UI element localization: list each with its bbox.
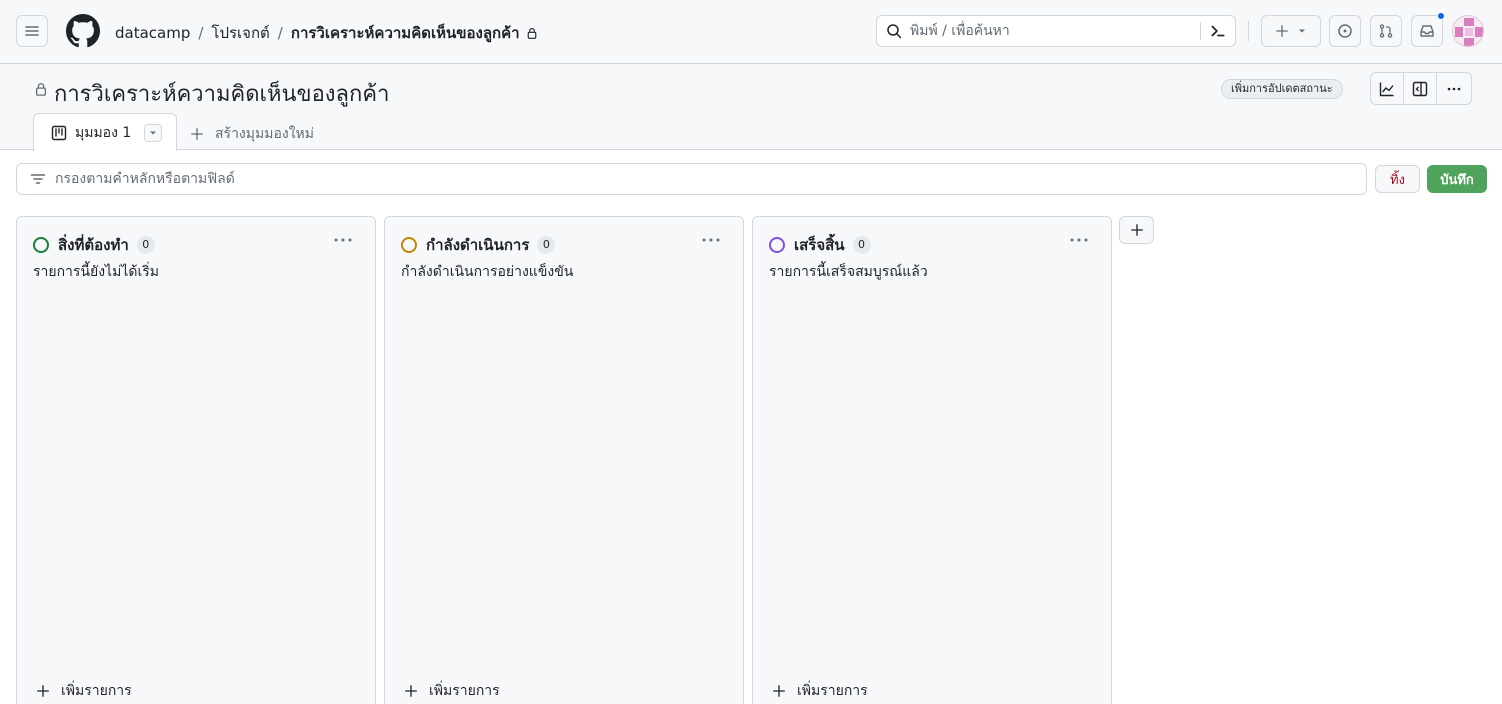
- breadcrumb: datacamp / โปรเจกต์ / การวิเคราะห์ความคิ…: [115, 21, 538, 45]
- new-view-button[interactable]: สร้างมุมมองใหม่: [190, 123, 314, 145]
- project-header: การวิเคราะห์ความคิดเห็นของลูกค้า เพิ่มกา…: [0, 64, 1502, 151]
- column-header: กำลังดำเนินการ 0: [401, 233, 556, 257]
- tab-label: มุมมอง 1: [75, 124, 132, 141]
- project-actions: [1370, 72, 1472, 105]
- column-count-badge: 0: [136, 236, 155, 254]
- column-description: รายการนี้ยังไม่ได้เริ่ม: [33, 264, 159, 280]
- insights-button[interactable]: [1371, 73, 1404, 104]
- create-new-button[interactable]: [1261, 15, 1321, 47]
- notification-indicator: [1437, 12, 1445, 20]
- issue-opened-icon: [1338, 24, 1352, 38]
- menu-button[interactable]: [16, 15, 48, 47]
- breadcrumb-separator: /: [198, 24, 204, 42]
- board-column-in-progress: กำลังดำเนินการ 0 กำลังดำเนินการอย่างแข็ง…: [384, 216, 744, 704]
- plus-icon: [1130, 224, 1143, 236]
- pull-requests-button[interactable]: [1370, 15, 1402, 47]
- search-input[interactable]: พิมพ์ / เพื่อค้นหา: [876, 15, 1236, 47]
- breadcrumb-current-project[interactable]: การวิเคราะห์ความคิดเห็นของลูกค้า: [291, 21, 520, 45]
- column-count-badge: 0: [852, 236, 871, 254]
- filter-icon: [30, 174, 46, 184]
- status-circle-icon: [401, 237, 417, 253]
- chevron-down-icon: [1299, 29, 1305, 33]
- kebab-horizontal-icon[interactable]: [701, 234, 721, 246]
- add-item-button[interactable]: เพิ่มรายการ: [772, 680, 868, 702]
- view-options-button[interactable]: [144, 123, 163, 142]
- column-description: รายการนี้เสร็จสมบูรณ์แล้ว: [769, 264, 928, 280]
- breadcrumb-separator: /: [277, 24, 283, 42]
- plus-icon: [1276, 25, 1288, 37]
- column-name: กำลังดำเนินการ: [426, 236, 530, 254]
- add-item-button[interactable]: เพิ่มรายการ: [404, 680, 500, 702]
- plus-icon: [773, 685, 785, 697]
- column-count-badge: 0: [537, 236, 556, 254]
- lock-icon: [527, 27, 536, 39]
- project-board-icon: [51, 125, 67, 140]
- tab-view-1[interactable]: มุมมอง 1: [33, 113, 177, 151]
- add-column-button[interactable]: [1119, 216, 1154, 244]
- search-icon: [887, 24, 902, 39]
- search-divider: [1200, 22, 1201, 40]
- add-status-update-button[interactable]: เพิ่มการอัปเดตสถานะ: [1221, 79, 1343, 99]
- column-name: สิ่งที่ต้องทำ: [58, 236, 129, 254]
- plus-icon: [37, 685, 49, 697]
- issues-button[interactable]: [1329, 15, 1361, 47]
- kebab-horizontal-icon[interactable]: [333, 234, 353, 246]
- save-button[interactable]: บันทึก: [1427, 165, 1487, 193]
- user-avatar-icon: [1453, 16, 1483, 46]
- plus-icon: [191, 128, 203, 140]
- inbox-button[interactable]: [1411, 15, 1443, 47]
- lock-icon: [35, 83, 47, 96]
- header-divider: [1248, 21, 1249, 41]
- column-description: กำลังดำเนินการอย่างแข็งขัน: [401, 264, 574, 280]
- search-placeholder: พิมพ์ / เพื่อค้นหา: [910, 23, 1010, 39]
- kebab-horizontal-icon[interactable]: [1069, 234, 1089, 246]
- hamburger-icon: [25, 26, 39, 36]
- kebab-horizontal-icon: [1447, 87, 1461, 90]
- graph-icon: [1379, 82, 1394, 96]
- add-item-button[interactable]: เพิ่มรายการ: [36, 680, 132, 702]
- column-header: สิ่งที่ต้องทำ 0: [33, 233, 155, 257]
- discard-button[interactable]: ทิ้ง: [1375, 165, 1420, 193]
- board-column-done: เสร็จสิ้น 0 รายการนี้เสร็จสมบูรณ์แล้ว เพ…: [752, 216, 1112, 704]
- git-pull-request-icon: [1379, 24, 1393, 38]
- breadcrumb-org[interactable]: datacamp: [115, 24, 190, 42]
- plus-icon: [405, 685, 417, 697]
- global-header: datacamp / โปรเจกต์ / การวิเคราะห์ความคิ…: [0, 0, 1502, 64]
- add-item-label: เพิ่มรายการ: [429, 683, 500, 699]
- add-item-label: เพิ่มรายการ: [797, 683, 868, 699]
- status-circle-icon: [33, 237, 49, 253]
- add-item-label: เพิ่มรายการ: [61, 683, 132, 699]
- board-column-todo: สิ่งที่ต้องทำ 0 รายการนี้ยังไม่ได้เริ่ม …: [16, 216, 376, 704]
- column-header: เสร็จสิ้น 0: [769, 233, 871, 257]
- filter-placeholder: กรองตามคำหลักหรือตามฟิลด์: [55, 171, 235, 187]
- inbox-icon: [1420, 25, 1434, 37]
- avatar[interactable]: [1452, 15, 1484, 47]
- new-view-label: สร้างมุมมองใหม่: [215, 126, 314, 142]
- triangle-down-icon: [150, 131, 157, 134]
- status-circle-icon: [769, 237, 785, 253]
- column-name: เสร็จสิ้น: [794, 236, 845, 254]
- filter-input[interactable]: กรองตามคำหลักหรือตามฟิลด์: [16, 163, 1367, 195]
- page-title[interactable]: การวิเคราะห์ความคิดเห็นของลูกค้า: [54, 76, 389, 111]
- toggle-side-panel-button[interactable]: [1404, 73, 1437, 104]
- breadcrumb-projects[interactable]: โปรเจกต์: [211, 21, 269, 45]
- sidebar-expand-icon: [1412, 81, 1428, 96]
- github-logo-icon[interactable]: [66, 14, 100, 48]
- more-options-button[interactable]: [1437, 73, 1471, 104]
- command-palette-icon[interactable]: [1209, 22, 1227, 40]
